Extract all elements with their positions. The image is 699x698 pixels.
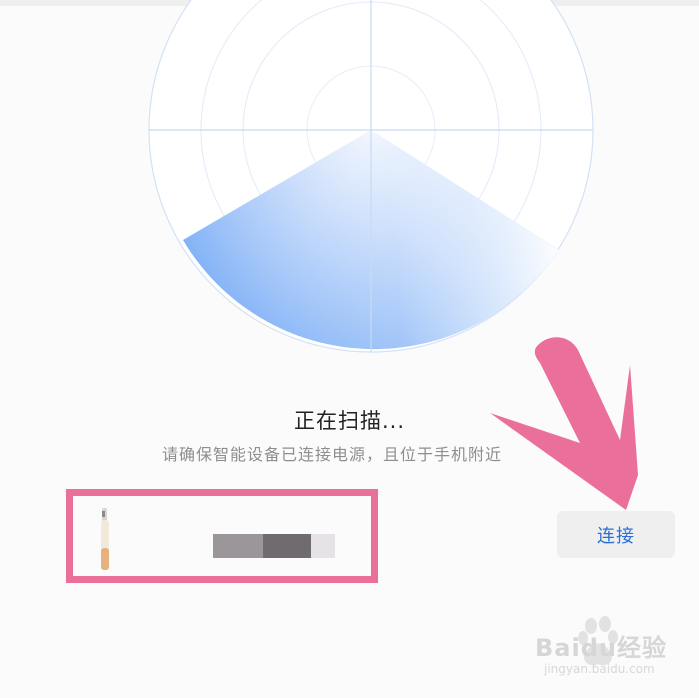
watermark-url: jingyan.baidu.com [544, 662, 655, 676]
watermark-text: Baidu经验 [535, 634, 667, 662]
connect-button[interactable]: 连接 [557, 511, 675, 558]
scanning-hint: 请确保智能设备已连接电源，且位于手机附近 [162, 445, 503, 464]
device-list-item[interactable] [66, 489, 378, 583]
device-name-redacted [213, 534, 335, 558]
radar-scanner [148, 0, 594, 353]
toothbrush-icon [101, 508, 109, 570]
scanning-title: 正在扫描... [293, 409, 406, 433]
